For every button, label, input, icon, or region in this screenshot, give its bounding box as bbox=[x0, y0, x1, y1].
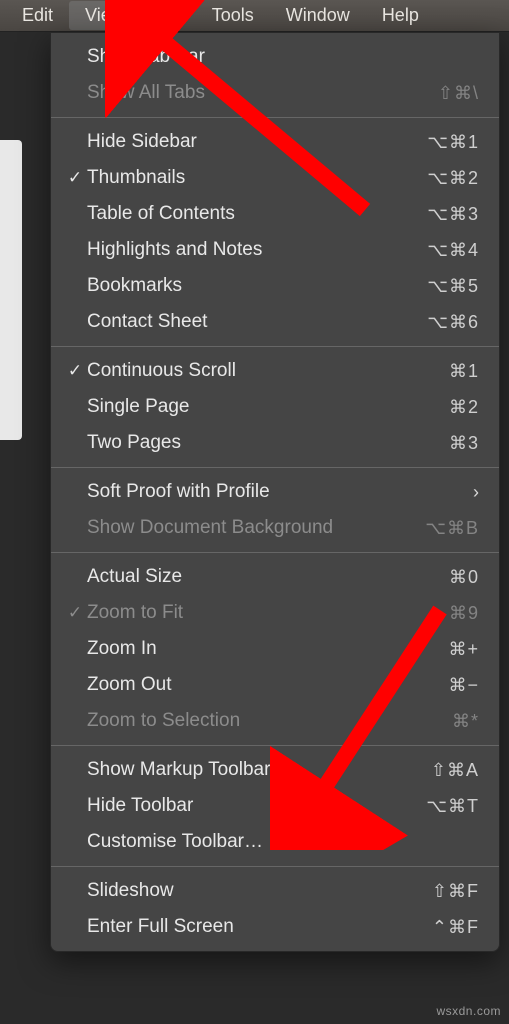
menu-item-label: Zoom Out bbox=[87, 674, 389, 696]
menu-shortcut: ⌥⌘1 bbox=[389, 132, 479, 153]
menubar: EditViewGoToolsWindowHelp bbox=[0, 0, 509, 32]
menubar-item-edit[interactable]: Edit bbox=[6, 1, 69, 30]
menu-item-label: Show Markup Toolbar bbox=[87, 759, 389, 781]
checkmark-icon: ✓ bbox=[63, 168, 87, 188]
menubar-item-go[interactable]: Go bbox=[140, 1, 196, 30]
menubar-item-window[interactable]: Window bbox=[270, 1, 366, 30]
menubar-item-tools[interactable]: Tools bbox=[196, 1, 270, 30]
menu-shortcut: ⌘− bbox=[389, 675, 479, 696]
menu-item-show-markup-toolbar[interactable]: Show Markup Toolbar⇧⌘A bbox=[51, 752, 499, 788]
menu-item-label: Actual Size bbox=[87, 566, 389, 588]
menu-item-label: Customise Toolbar… bbox=[87, 831, 389, 853]
menu-shortcut: ⌥⌘3 bbox=[389, 204, 479, 225]
watermark: wsxdn.com bbox=[436, 1004, 501, 1018]
menu-item-label: Show Document Background bbox=[87, 517, 389, 539]
menu-shortcut: ⌘0 bbox=[389, 567, 479, 588]
menu-shortcut: ⌃⌘F bbox=[389, 917, 479, 938]
menu-item-thumbnails[interactable]: ✓Thumbnails⌥⌘2 bbox=[51, 160, 499, 196]
menu-separator bbox=[51, 866, 499, 867]
menu-shortcut: ⇧⌘\ bbox=[389, 83, 479, 104]
menu-item-actual-size[interactable]: Actual Size⌘0 bbox=[51, 559, 499, 595]
menu-item-label: Zoom In bbox=[87, 638, 389, 660]
chevron-right-icon: › bbox=[473, 482, 479, 503]
menu-shortcut: ⇧⌘F bbox=[389, 881, 479, 902]
menu-item-label: Contact Sheet bbox=[87, 311, 389, 333]
menu-item-label: Single Page bbox=[87, 396, 389, 418]
menu-item-continuous-scroll[interactable]: ✓Continuous Scroll⌘1 bbox=[51, 353, 499, 389]
sidebar-thumbnail-peek bbox=[0, 140, 22, 440]
checkmark-icon: ✓ bbox=[63, 361, 87, 381]
menu-item-label: Thumbnails bbox=[87, 167, 389, 189]
menu-item-customise-toolbar[interactable]: Customise Toolbar… bbox=[51, 824, 499, 860]
menu-shortcut: ⌘+ bbox=[389, 639, 479, 660]
menu-item-show-tab-bar[interactable]: Show Tab Bar bbox=[51, 39, 499, 75]
menu-item-zoom-to-selection: Zoom to Selection⌘* bbox=[51, 703, 499, 739]
menu-item-label: Bookmarks bbox=[87, 275, 389, 297]
menu-separator bbox=[51, 552, 499, 553]
menu-shortcut: ⌥⌘B bbox=[389, 518, 479, 539]
menu-item-label: Highlights and Notes bbox=[87, 239, 389, 261]
menu-shortcut: ⌘2 bbox=[389, 397, 479, 418]
menu-item-hide-sidebar[interactable]: Hide Sidebar⌥⌘1 bbox=[51, 124, 499, 160]
sidebar-thumbnail-peek bbox=[0, 530, 22, 850]
menu-item-contact-sheet[interactable]: Contact Sheet⌥⌘6 bbox=[51, 304, 499, 340]
view-menu-dropdown: Show Tab Bar Show All Tabs⇧⌘\ Hide Sidebar… bbox=[50, 32, 500, 952]
menu-item-two-pages[interactable]: Two Pages⌘3 bbox=[51, 425, 499, 461]
menu-item-bookmarks[interactable]: Bookmarks⌥⌘5 bbox=[51, 268, 499, 304]
menu-item-highlights-and-notes[interactable]: Highlights and Notes⌥⌘4 bbox=[51, 232, 499, 268]
menu-shortcut: ⌥⌘2 bbox=[389, 168, 479, 189]
menu-item-hide-toolbar[interactable]: Hide Toolbar⌥⌘T bbox=[51, 788, 499, 824]
menu-item-label: Soft Proof with Profile bbox=[87, 481, 473, 503]
menu-item-show-all-tabs: Show All Tabs⇧⌘\ bbox=[51, 75, 499, 111]
checkmark-icon: ✓ bbox=[63, 603, 87, 623]
menu-item-label: Continuous Scroll bbox=[87, 360, 389, 382]
menu-shortcut: ⌥⌘4 bbox=[389, 240, 479, 261]
menu-shortcut: ⌥⌘T bbox=[389, 796, 479, 817]
menu-separator bbox=[51, 117, 499, 118]
menu-item-zoom-out[interactable]: Zoom Out⌘− bbox=[51, 667, 499, 703]
menu-shortcut: ⌘3 bbox=[389, 433, 479, 454]
menu-item-slideshow[interactable]: Slideshow⇧⌘F bbox=[51, 873, 499, 909]
menu-item-single-page[interactable]: Single Page⌘2 bbox=[51, 389, 499, 425]
menu-item-soft-proof-with-profile[interactable]: Soft Proof with Profile› bbox=[51, 474, 499, 510]
menu-shortcut: ⌥⌘5 bbox=[389, 276, 479, 297]
menu-shortcut: ⌘1 bbox=[389, 361, 479, 382]
menu-item-label: Hide Sidebar bbox=[87, 131, 389, 153]
menu-item-label: Table of Contents bbox=[87, 203, 389, 225]
menu-item-label: Slideshow bbox=[87, 880, 389, 902]
menu-item-zoom-to-fit: ✓Zoom to Fit⌘9 bbox=[51, 595, 499, 631]
menu-item-enter-full-screen[interactable]: Enter Full Screen⌃⌘F bbox=[51, 909, 499, 945]
menu-shortcut: ⇧⌘A bbox=[389, 760, 479, 781]
menu-item-zoom-in[interactable]: Zoom In⌘+ bbox=[51, 631, 499, 667]
menu-item-label: Hide Toolbar bbox=[87, 795, 389, 817]
menu-item-label: Zoom to Selection bbox=[87, 710, 389, 732]
menubar-item-view[interactable]: View bbox=[69, 1, 140, 30]
menu-shortcut: ⌘9 bbox=[389, 603, 479, 624]
menu-separator bbox=[51, 745, 499, 746]
menu-shortcut: ⌥⌘6 bbox=[389, 312, 479, 333]
menu-item-label: Show Tab Bar bbox=[87, 46, 389, 68]
menu-item-label: Show All Tabs bbox=[87, 82, 389, 104]
menubar-item-help[interactable]: Help bbox=[366, 1, 435, 30]
menu-item-label: Zoom to Fit bbox=[87, 602, 389, 624]
menu-item-label: Two Pages bbox=[87, 432, 389, 454]
menu-item-table-of-contents[interactable]: Table of Contents⌥⌘3 bbox=[51, 196, 499, 232]
menu-item-label: Enter Full Screen bbox=[87, 916, 389, 938]
menu-shortcut: ⌘* bbox=[389, 711, 479, 732]
menu-separator bbox=[51, 467, 499, 468]
menu-separator bbox=[51, 346, 499, 347]
menu-item-show-document-background: Show Document Background⌥⌘B bbox=[51, 510, 499, 546]
